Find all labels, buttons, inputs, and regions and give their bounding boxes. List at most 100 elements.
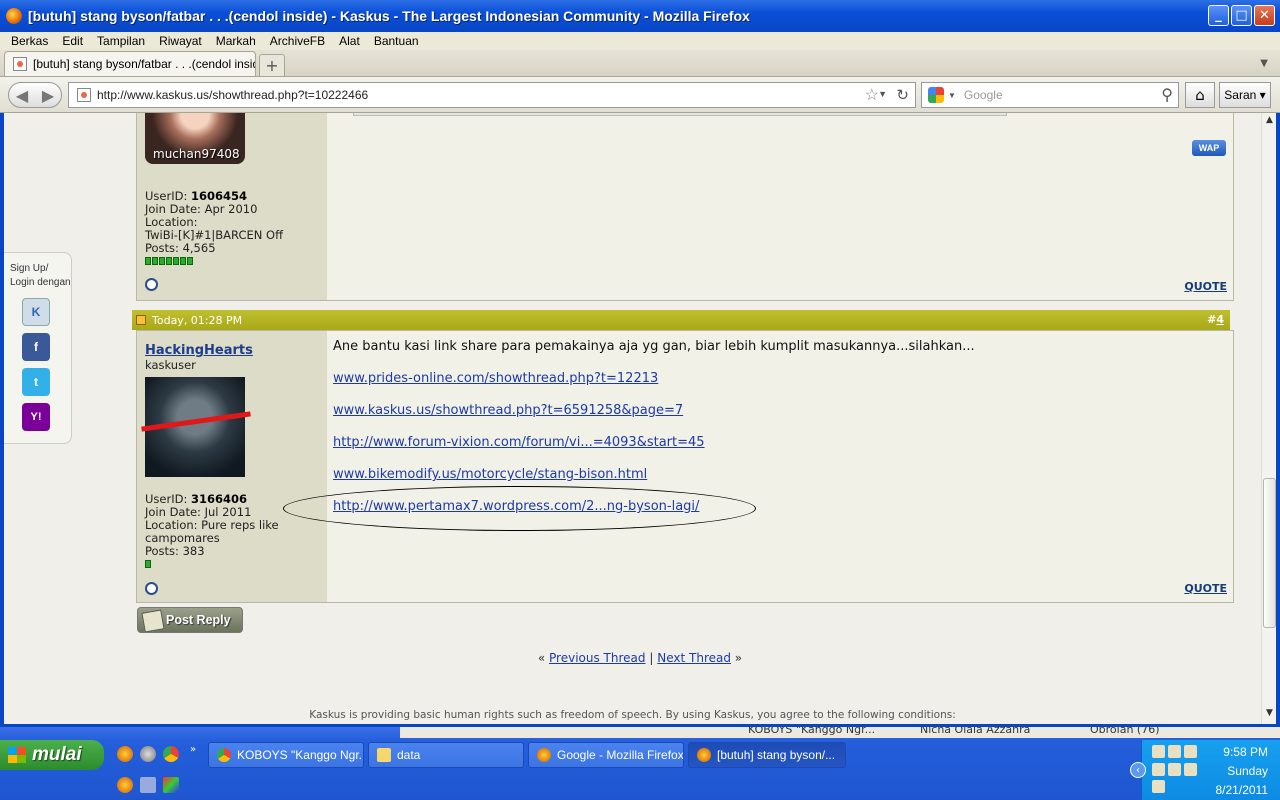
quicklaunch-firefox-icon[interactable] [117, 746, 133, 762]
quicklaunch-more-icon[interactable]: » [190, 744, 196, 755]
taskbar-item-label: [butuh] stang byson/... [717, 748, 836, 762]
reputation-bar [145, 560, 279, 568]
tab-title: [butuh] stang byson/fatbar . . .(cendol … [33, 57, 256, 71]
scrollbar-thumb[interactable] [1263, 478, 1276, 628]
next-thread-link[interactable]: Next Thread [657, 651, 731, 665]
new-tab-button[interactable]: + [259, 54, 285, 76]
yahoo-login-icon[interactable]: Y! [22, 403, 50, 431]
post-link[interactable]: www.prides-online.com/showthread.php?t=1… [333, 371, 658, 386]
start-button[interactable]: mulai [0, 740, 104, 770]
tray-warning-icon[interactable] [1168, 762, 1181, 776]
nav-open-quote: « [537, 651, 546, 665]
tray-network-icon[interactable] [1152, 745, 1165, 758]
tab-list-dropdown-icon[interactable]: ▼ [1260, 58, 1268, 69]
window-border-left [0, 113, 4, 726]
menu-bantuan[interactable]: Bantuan [374, 34, 419, 48]
scroll-up-icon[interactable]: ▲ [1263, 115, 1276, 129]
window-title-bar[interactable]: [butuh] stang byson/fatbar . . .(cendol … [0, 0, 1280, 32]
online-status-icon [145, 278, 158, 291]
menu-markah[interactable]: Markah [216, 34, 256, 48]
vertical-scrollbar[interactable]: ▲ ▼ [1261, 113, 1276, 724]
kaskus-favicon-icon [13, 57, 27, 71]
quicklaunch-chrome-icon[interactable] [163, 746, 179, 762]
quote-button[interactable]: QUOTE [1184, 582, 1227, 595]
page-footer-text: Kaskus is providing basic human rights s… [309, 709, 956, 721]
search-placeholder[interactable]: Google [964, 88, 1003, 102]
post-previous: muchan97408 UserID: 1606454 Join Date: A… [136, 113, 1234, 301]
google-search-engine-icon[interactable] [928, 87, 944, 103]
menu-riwayat[interactable]: Riwayat [159, 34, 202, 48]
bookmark-star-icon[interactable]: ☆ [865, 85, 879, 105]
menu-edit[interactable]: Edit [62, 34, 83, 48]
kaskus-login-icon[interactable]: K [22, 298, 50, 326]
post-inner-box [353, 113, 1007, 116]
back-arrow-icon[interactable]: ◀ [16, 86, 28, 105]
saran-button[interactable]: Saran ▾ [1219, 82, 1271, 108]
avatar[interactable] [145, 377, 245, 477]
post-count: Posts: 383 [145, 544, 205, 558]
url-bar[interactable]: http://www.kaskus.us/showthread.php?t=10… [68, 82, 916, 108]
wap-icon[interactable]: WAP [1192, 140, 1226, 156]
menu-alat[interactable]: Alat [339, 34, 360, 48]
taskbar-item-google-firefox[interactable]: Google - Mozilla Firefox [528, 742, 684, 768]
avatar[interactable]: muchan97408 [145, 113, 245, 164]
clock-date[interactable]: 8/21/2011 [1216, 783, 1269, 797]
taskbar-item-data[interactable]: data [368, 742, 524, 768]
minimize-button[interactable]: _ [1208, 5, 1229, 26]
firefox-icon [697, 748, 711, 762]
scroll-down-icon[interactable]: ▼ [1263, 708, 1276, 722]
tray-idm-icon[interactable] [1184, 762, 1197, 776]
site-identity-icon[interactable] [77, 88, 91, 102]
clock-time[interactable]: 9:58 PM [1223, 745, 1268, 759]
post-reply-button[interactable]: Post Reply [137, 607, 243, 633]
tray-app-icon[interactable] [1168, 745, 1181, 758]
quote-button[interactable]: QUOTE [1184, 280, 1227, 293]
post-link[interactable]: http://www.forum-vixion.com/forum/vi...=… [333, 435, 705, 450]
username-link[interactable]: HackingHearts [145, 343, 253, 358]
tray-app-icon[interactable] [1184, 745, 1197, 758]
tray-expand-chevron-icon[interactable]: ‹ [1130, 762, 1146, 778]
folder-icon [377, 748, 391, 762]
nav-close-quote: » [734, 651, 743, 665]
user-info: UserID: 1606454 Join Date: Apr 2010 Loca… [145, 190, 283, 265]
menu-tampilan[interactable]: Tampilan [97, 34, 145, 48]
url-text[interactable]: http://www.kaskus.us/showthread.php?t=10… [97, 88, 368, 102]
menu-berkas[interactable]: Berkas [11, 34, 48, 48]
quicklaunch-network-icon[interactable] [140, 777, 156, 793]
post-link[interactable]: www.bikemodify.us/motorcycle/stang-bison… [333, 467, 647, 482]
quicklaunch-paint-icon[interactable] [163, 777, 179, 793]
taskbar-item-koboys[interactable]: KOBOYS "Kanggo Ngr... [208, 742, 364, 768]
post-message: Ane bantu kasi link share para pemakainy… [333, 339, 975, 354]
post-link[interactable]: www.kaskus.us/showthread.php?t=6591258&p… [333, 403, 683, 418]
search-bar[interactable]: ▼ Google ⚲ [921, 82, 1179, 108]
back-forward-buttons[interactable]: ◀ ▶ [8, 82, 62, 108]
tray-app-icon[interactable] [1152, 780, 1165, 794]
clock-day[interactable]: Sunday [1227, 764, 1268, 778]
userid-label: UserID: [145, 492, 188, 506]
previous-thread-link[interactable]: Previous Thread [549, 651, 646, 665]
tray-security-icon[interactable] [1152, 762, 1165, 776]
quicklaunch-app-icon[interactable] [140, 746, 156, 762]
quicklaunch-firefox-icon-2[interactable] [117, 777, 133, 793]
background-window-text: Obrolan (76) [1090, 727, 1160, 736]
system-tray: 9:58 PM Sunday 8/21/2011 [1141, 740, 1280, 800]
menu-bar: Berkas Edit Tampilan Riwayat Markah Arch… [0, 32, 1280, 50]
userid-value: 1606454 [191, 189, 248, 203]
userid-label: UserID: [145, 189, 188, 203]
menu-archivefb[interactable]: ArchiveFB [270, 34, 325, 48]
post-number[interactable]: #4 [1207, 313, 1224, 326]
close-button[interactable]: ✕ [1254, 5, 1275, 26]
tab-current[interactable]: [butuh] stang byson/fatbar . . .(cendol … [4, 51, 256, 76]
twitter-login-icon[interactable]: t [22, 368, 50, 396]
taskbar-item-butuh-stang[interactable]: [butuh] stang byson/... [688, 742, 846, 768]
post-number-link[interactable]: 4 [1216, 313, 1224, 326]
history-dropdown-icon[interactable]: ▼ [878, 89, 887, 99]
search-engine-dropdown-icon[interactable]: ▼ [948, 91, 956, 100]
search-magnifier-icon[interactable]: ⚲ [1161, 85, 1173, 105]
maximize-button[interactable]: □ [1231, 5, 1252, 26]
facebook-login-icon[interactable]: f [22, 333, 50, 361]
post-count: Posts: 4,565 [145, 241, 216, 255]
home-button[interactable]: ⌂ [1185, 82, 1215, 108]
forward-arrow-icon[interactable]: ▶ [42, 86, 54, 105]
reload-icon[interactable]: ↻ [896, 86, 909, 104]
